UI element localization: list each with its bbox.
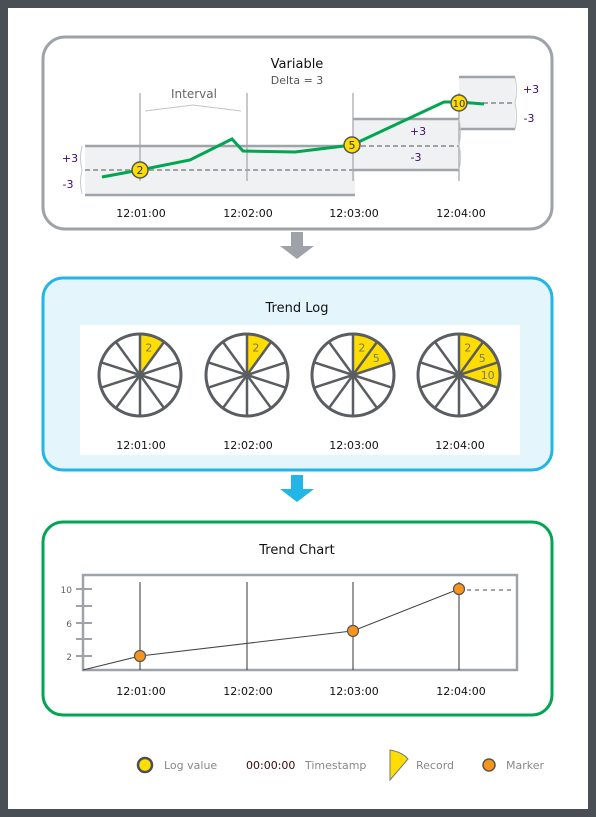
diagram: Variable Delta = 3 Interval +3 -3 +3 -3 …	[0, 0, 596, 817]
minus-label-1: -3	[63, 178, 74, 191]
svg-text:5: 5	[349, 139, 356, 152]
timestamp: 12:01:00	[116, 685, 165, 698]
timestamp: 12:04:00	[436, 207, 485, 220]
legend-marker: Marker	[506, 759, 544, 772]
log-value-marker: 2	[131, 161, 149, 179]
trend-chart-panel: Trend Chart 2 6 10 12:01:00 12:02:00 12:…	[41, 520, 554, 717]
timestamp: 12:04:00	[436, 685, 485, 698]
timestamp: 12:02:00	[223, 685, 272, 698]
timestamp: 12:02:00	[223, 207, 272, 220]
minus-label-3: -3	[524, 112, 535, 125]
trend-log-title: Trend Log	[265, 301, 329, 316]
variable-panel: Variable Delta = 3 Interval +3 -3 +3 -3 …	[41, 35, 554, 231]
timestamp: 12:02:00	[223, 439, 272, 452]
timestamp: 12:03:00	[329, 207, 378, 220]
svg-text:10: 10	[453, 99, 466, 110]
marker-icon	[482, 758, 496, 772]
deadband-2	[353, 119, 459, 170]
chart-marker	[133, 649, 147, 663]
record-value: 2	[252, 342, 259, 355]
log-value-marker: 10	[450, 94, 468, 112]
legend-record: Record	[416, 759, 454, 772]
record-value: 2	[464, 342, 471, 355]
chart-marker	[346, 624, 360, 637]
legend-timestamp: Timestamp	[304, 759, 366, 772]
plus-label-2: +3	[410, 125, 426, 138]
svg-text:2: 2	[137, 164, 144, 177]
timestamp: 12:01:00	[116, 207, 165, 220]
legend-log-value: Log value	[164, 759, 217, 772]
plus-label-1: +3	[62, 152, 78, 165]
timestamp: 12:03:00	[329, 685, 378, 698]
interval-label: Interval	[171, 87, 217, 101]
record-value: 5	[373, 352, 380, 365]
y-tick-label: 2	[66, 653, 72, 663]
log-value-marker: 5	[343, 136, 361, 154]
chart-marker	[452, 582, 466, 596]
chart-plot-area	[81, 573, 519, 672]
y-tick-label: 6	[66, 620, 72, 630]
timestamp: 12:04:00	[435, 439, 484, 452]
timestamp: 12:03:00	[329, 439, 378, 452]
legend-timestamp-sample: 00:00:00	[246, 759, 295, 772]
record-value: 2	[358, 342, 365, 355]
y-tick-label: 10	[61, 586, 73, 596]
variable-title: Variable	[271, 57, 324, 72]
trend-chart-title: Trend Chart	[258, 543, 334, 558]
timestamp: 12:01:00	[116, 439, 165, 452]
log-value-icon	[136, 756, 154, 774]
record-value: 10	[481, 369, 495, 382]
record-value: 2	[145, 342, 152, 355]
plus-label-3: +3	[523, 83, 539, 96]
record-value: 5	[479, 352, 486, 365]
minus-label-2: -3	[411, 151, 422, 164]
trend-log-panel: Trend Log 212:01:00212:02:002512:03:0025…	[41, 276, 554, 472]
variable-subtitle: Delta = 3	[271, 74, 324, 87]
